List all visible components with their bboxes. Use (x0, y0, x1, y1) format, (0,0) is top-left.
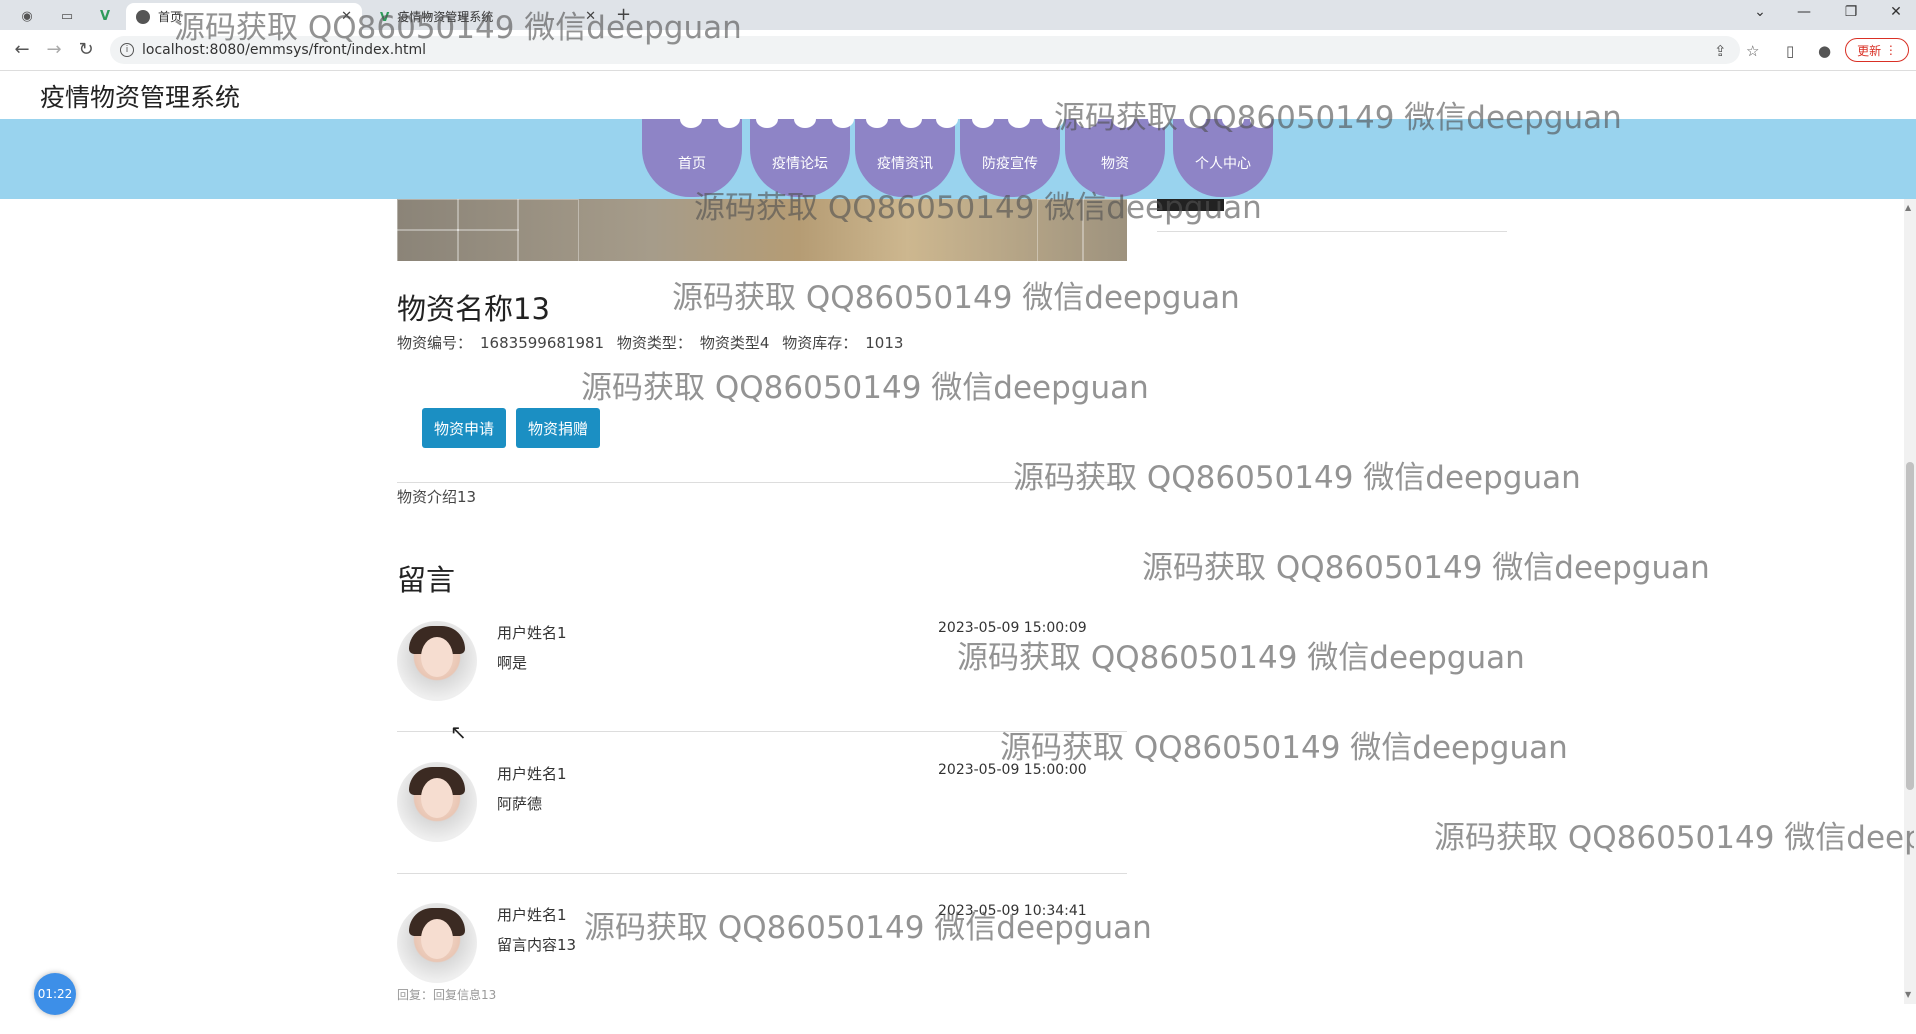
message-user: 用户姓名1 (497, 624, 567, 642)
nav-forum-label: 疫情论坛 (772, 156, 828, 172)
nav-scallop (718, 110, 740, 128)
messages-title: 留言 (397, 563, 456, 597)
avatar (397, 903, 477, 983)
stock-label: 物资库存： (782, 334, 858, 352)
message-text: 阿萨德 (497, 795, 543, 813)
window-close-icon[interactable]: ✕ (1876, 4, 1916, 20)
watermark: 源码获取 QQ86050149 微信deepguan (581, 370, 1149, 406)
watermark: 源码获取 QQ86050149 微信deepguan (957, 640, 1525, 676)
avatar (397, 621, 477, 701)
message-user: 用户姓名1 (497, 906, 567, 924)
nav-home-label: 首页 (678, 156, 706, 172)
watermark: 源码获取 QQ86050149 微信deepguan (1142, 550, 1710, 586)
recording-timer[interactable]: 01:22 (34, 973, 76, 1015)
nav-personal-label: 个人中心 (1195, 156, 1251, 172)
nav-scallop (900, 110, 922, 128)
message-text: 留言内容13 (497, 936, 577, 954)
share-icon[interactable]: ⇪ (1714, 42, 1727, 60)
nav-scallop (756, 110, 778, 128)
nav-scallop (866, 110, 888, 128)
message-text: 啊是 (497, 654, 528, 672)
divider (397, 873, 1127, 874)
watermark: 源码获取 QQ86050149 微信deepguan (1000, 730, 1568, 766)
watermark: 源码获取 QQ86050149 微信deepguan (584, 910, 1152, 946)
site-title: 疫情物资管理系统 (40, 83, 241, 112)
vue-tab-icon[interactable]: V (90, 4, 120, 28)
mouse-cursor-icon: ↖ (450, 720, 467, 744)
nav-scallop (680, 110, 702, 128)
browser-globe-icon[interactable]: ◉ (12, 4, 42, 28)
blank-tab-icon[interactable]: ▭ (52, 4, 82, 28)
minimize-icon[interactable]: — (1784, 4, 1824, 20)
nav-scallop (794, 110, 816, 128)
update-button[interactable]: 更新 ⋮ (1845, 38, 1909, 62)
stock-value: 1013 (865, 334, 904, 352)
update-label: 更新 (1857, 43, 1882, 58)
side-divider (1157, 231, 1507, 232)
tab-search-icon[interactable]: ⌄ (1740, 4, 1780, 20)
forward-icon[interactable]: → (42, 39, 66, 60)
restore-icon[interactable]: ❐ (1831, 4, 1871, 20)
scroll-up-icon[interactable]: ▲ (1905, 203, 1911, 212)
watermark: 源码获取 QQ86050149 微信deepguan (174, 10, 742, 46)
nav-scallop (832, 110, 854, 128)
nav-scallop (972, 110, 994, 128)
message-user: 用户姓名1 (497, 765, 567, 783)
avatar (397, 762, 477, 842)
product-name: 物资名称13 (397, 292, 550, 326)
nav-news-label: 疫情资讯 (877, 156, 933, 172)
watermark: 源码获取 QQ86050149 微信deepguan (1013, 460, 1581, 496)
nav-scallop (1008, 110, 1030, 128)
watermark: 源码获取 QQ86050149 微信deepguan (672, 280, 1240, 316)
scroll-down-icon[interactable]: ▼ (1905, 990, 1911, 999)
message-reply: 回复：回复信息13 (397, 988, 497, 1002)
apply-button[interactable]: 物资申请 (422, 408, 506, 448)
watermark: 源码获取 QQ86050149 微信deepguan (1054, 100, 1622, 136)
globe-icon (136, 9, 150, 24)
product-intro: 物资介绍13 (397, 488, 477, 506)
nav-publicity-label: 防疫宣传 (982, 156, 1038, 172)
donate-button[interactable]: 物资捐赠 (516, 408, 600, 448)
reload-icon[interactable]: ↻ (74, 39, 98, 60)
back-icon[interactable]: ← (10, 39, 34, 60)
scrollbar-thumb[interactable] (1906, 462, 1914, 790)
product-meta: 物资编号： 1683599681981 物资类型： 物资类型4 物资库存： 1013 (397, 332, 911, 353)
info-icon[interactable]: i (120, 43, 134, 57)
bookmark-star-icon[interactable]: ☆ (1746, 42, 1759, 60)
profile-icon[interactable]: ● (1818, 42, 1831, 60)
watermark: 源码获取 QQ86050149 微信deepguan (694, 190, 1262, 226)
sidebar-icon[interactable]: ▯ (1786, 42, 1794, 60)
nav-materials-label: 物资 (1101, 156, 1129, 172)
type-label: 物资类型： (616, 334, 692, 352)
type-value: 物资类型4 (699, 334, 770, 352)
code-value: 1683599681981 (480, 334, 605, 352)
watermark: 源码获取 QQ86050149 微信deepguan (1434, 820, 1914, 856)
nav-scallop (936, 110, 958, 128)
code-label: 物资编号： (397, 334, 473, 352)
